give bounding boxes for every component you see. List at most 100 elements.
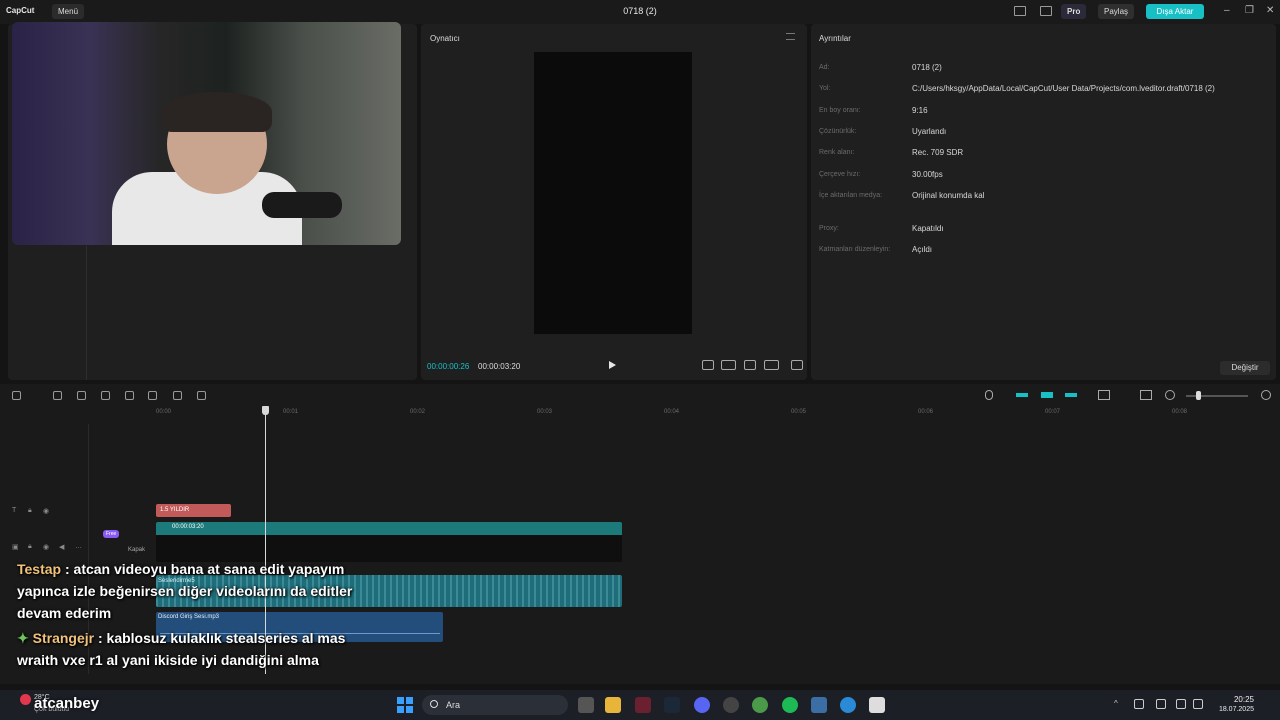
- volume-icon[interactable]: [1193, 699, 1203, 709]
- chat-text: devam ederim: [17, 605, 112, 621]
- ratio-icon[interactable]: [764, 360, 779, 370]
- windows-start-icon[interactable]: [397, 697, 413, 713]
- microphone-icon[interactable]: [985, 390, 993, 400]
- cover-button[interactable]: Kapak: [128, 547, 145, 553]
- project-title: 0718 (2): [623, 6, 657, 16]
- time-ruler[interactable]: 00:00 00:01 00:02 00:03 00:04 00:05 00:0…: [156, 406, 1280, 418]
- chat-text: yapınca izle beğenirsen diğer videoların…: [17, 583, 353, 599]
- app-icon[interactable]: [635, 697, 651, 713]
- zoom-slider-thumb[interactable]: [1196, 391, 1201, 400]
- shortcut-icon[interactable]: [1040, 6, 1052, 16]
- capcut-icon[interactable]: [869, 697, 885, 713]
- ruler-tick: 00:00: [156, 409, 172, 415]
- snap-icon[interactable]: [1098, 390, 1110, 400]
- steam-icon[interactable]: [664, 697, 680, 713]
- chrome-icon[interactable]: [752, 697, 768, 713]
- current-time: 00:00:00:26: [427, 362, 470, 371]
- webcam-overlay: [12, 22, 401, 245]
- task-view-icon[interactable]: [578, 697, 594, 713]
- file-explorer-icon[interactable]: [605, 697, 621, 713]
- discord-icon[interactable]: [694, 697, 710, 713]
- detail-value-frame-rate: 30.00fps: [912, 170, 943, 179]
- spotify-icon[interactable]: [782, 697, 798, 713]
- eye-icon[interactable]: ◉: [43, 507, 49, 515]
- magnet-icon[interactable]: [1016, 393, 1028, 397]
- split-icon[interactable]: [101, 391, 110, 400]
- playhead-handle[interactable]: [262, 406, 269, 415]
- undo-icon[interactable]: [53, 391, 62, 400]
- free-badge: Free: [103, 530, 120, 538]
- app-icon[interactable]: [723, 697, 739, 713]
- fullscreen-icon[interactable]: [791, 360, 803, 370]
- delete-icon[interactable]: [173, 391, 182, 400]
- ruler-tick: 00:08: [1172, 409, 1188, 415]
- audio-icon[interactable]: ◀: [59, 543, 64, 551]
- chevron-up-icon[interactable]: ^: [1114, 699, 1124, 709]
- tray-icon[interactable]: [1134, 699, 1144, 709]
- ruler-tick: 00:01: [283, 409, 299, 415]
- link-icon[interactable]: [1041, 392, 1053, 398]
- chat-message: Testap : atcan videoyu bana at sana edit…: [17, 561, 344, 577]
- player-menu-icon[interactable]: [786, 33, 795, 40]
- detail-value-path: C:/Users/hksgy/AppData/Local/CapCut/User…: [912, 84, 1215, 93]
- eye-icon[interactable]: ◉: [43, 543, 49, 551]
- select-tool-icon[interactable]: [12, 391, 21, 400]
- detail-value-aspect: 9:16: [912, 106, 928, 115]
- fit-icon[interactable]: [1140, 390, 1152, 400]
- network-icon[interactable]: [1176, 699, 1186, 709]
- ruler-tick: 00:05: [791, 409, 807, 415]
- detail-value-name: 0718 (2): [912, 63, 942, 72]
- ruler-tick: 00:02: [410, 409, 426, 415]
- ruler-tick: 00:03: [537, 409, 553, 415]
- clock-time[interactable]: 20:25: [1226, 695, 1254, 704]
- preview-screen[interactable]: [534, 52, 692, 334]
- search-icon: [430, 700, 438, 708]
- title-bar: CapCut Menü 0718 (2) Pro Paylaş Dışa Akt…: [0, 0, 1280, 24]
- quality-icon[interactable]: [721, 360, 736, 370]
- shield-icon[interactable]: [197, 391, 206, 400]
- export-button[interactable]: Dışa Aktar: [1146, 4, 1204, 19]
- play-icon[interactable]: [609, 361, 616, 369]
- lock-icon[interactable]: 🔒︎: [28, 543, 32, 551]
- discord-audio-clip-label: Discord Giriş Sesi.mp3: [158, 614, 220, 620]
- detail-value-color-space: Rec. 709 SDR: [912, 148, 964, 157]
- clock-date[interactable]: 18.07.2025: [1212, 706, 1254, 713]
- video-clip[interactable]: [156, 522, 622, 562]
- trim-right-icon[interactable]: [148, 391, 157, 400]
- close-icon[interactable]: ✕: [1266, 5, 1274, 16]
- timeline-toolbar: [0, 384, 1280, 406]
- weather-icon[interactable]: [20, 694, 31, 705]
- screenshot-icon[interactable]: [744, 360, 756, 370]
- capcut-logo: CapCut: [6, 6, 35, 15]
- edge-icon[interactable]: [840, 697, 856, 713]
- pro-button[interactable]: Pro: [1061, 4, 1087, 19]
- trim-left-icon[interactable]: [125, 391, 134, 400]
- text-clip[interactable]: 1.5 YILDIR: [156, 504, 231, 517]
- detail-label-layers: Katmanları düzenleyin:: [819, 246, 891, 253]
- taskbar-search[interactable]: [422, 695, 568, 715]
- redo-icon[interactable]: [77, 391, 86, 400]
- detail-value-layers: Açıldı: [912, 245, 933, 254]
- more-icon[interactable]: …: [75, 543, 82, 550]
- sparkle-icon: ✦: [17, 630, 33, 646]
- preview-axis-icon[interactable]: [1065, 393, 1077, 397]
- menu-button[interactable]: Menü: [52, 4, 85, 19]
- share-button[interactable]: Paylaş: [1098, 4, 1135, 19]
- chat-text: wraith vxe r1 al yani ikiside iyi dandiğ…: [17, 652, 319, 668]
- text-track-icon: T: [12, 507, 17, 514]
- lock-icon[interactable]: 🔒︎: [28, 507, 32, 515]
- chat-username: Testap: [17, 561, 62, 577]
- detail-label-path: Yol:: [819, 85, 831, 92]
- zoom-in-icon[interactable]: [1261, 390, 1271, 400]
- microphone-icon[interactable]: [1156, 699, 1166, 709]
- app-icon[interactable]: [811, 697, 827, 713]
- crop-icon[interactable]: [702, 360, 714, 370]
- change-button[interactable]: Değiştir: [1220, 361, 1270, 375]
- zoom-out-icon[interactable]: [1165, 390, 1175, 400]
- detail-label-name: Ad:: [819, 64, 830, 71]
- maximize-icon[interactable]: ❐: [1245, 5, 1254, 16]
- layout-icon[interactable]: [1014, 6, 1026, 16]
- minimize-icon[interactable]: –: [1224, 5, 1230, 16]
- detail-label-aspect: En boy oranı:: [819, 107, 861, 114]
- detail-label-proxy: Proxy:: [819, 225, 839, 232]
